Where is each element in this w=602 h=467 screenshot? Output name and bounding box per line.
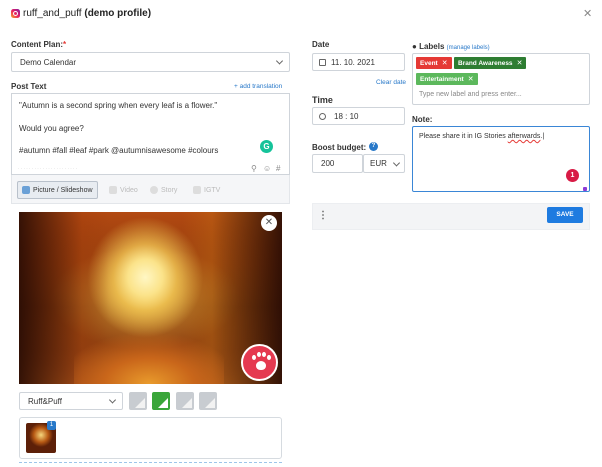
chevron-down-icon [108,396,117,404]
label-chip-brand-awareness[interactable]: Brand Awareness ✕ [454,57,527,69]
chevron-down-icon [275,57,284,65]
tab-label: Picture / Slideshow [33,186,93,194]
hashtag-icon[interactable]: # [276,164,280,173]
modal-header: ruff_and_puff (demo profile) ✕ [0,0,602,30]
post-text-line: #autumn #fall #leaf #park @autumnisaweso… [19,146,219,155]
currency-value: EUR [370,159,387,168]
close-icon[interactable]: ✕ [583,7,592,20]
link-icon[interactable]: ⚲ [251,164,257,173]
post-text-label: Post Text [11,82,47,91]
video-icon [109,186,117,194]
content-plan-select[interactable]: Demo Calendar [11,52,290,72]
resize-handle[interactable] [583,187,587,191]
add-translation-link[interactable]: + add translation [234,83,282,90]
grammarly-icon[interactable]: G [260,140,273,153]
upload-dropzone[interactable] [19,462,282,467]
content-plan-label: Content Plan:* [11,40,67,49]
frame-select[interactable]: Ruff&Puff [19,392,123,410]
note-textarea[interactable]: Please share it in IG Stories afterwards… [412,126,590,192]
labels-header: ● Labels (manage labels) [412,42,490,51]
content-plan-value: Demo Calendar [20,57,77,67]
paw-icon [256,361,266,370]
paw-toe [257,352,261,357]
new-label-input[interactable]: Type new label and press enter... [419,91,522,98]
tab-picture-slideshow[interactable]: Picture / Slideshow [17,181,98,199]
boost-budget-label: Boost budget: [312,143,367,152]
date-input[interactable]: 11. 10. 2021 [312,53,405,71]
help-icon[interactable]: ? [369,142,378,151]
paw-toe [262,352,266,357]
tab-story[interactable]: Story [146,181,181,199]
time-input[interactable]: 18 : 10 [312,107,405,125]
chip-label: Entertainment [420,75,464,83]
date-label: Date [312,40,330,49]
chip-label: Brand Awareness [458,59,513,67]
media-thumbnails: 1 [19,417,282,459]
post-text-line: Would you agree? [19,124,84,133]
remove-label-icon[interactable]: ✕ [442,59,448,67]
remove-image-icon[interactable]: ✕ [261,215,277,231]
manage-labels-link[interactable]: (manage labels) [447,45,490,51]
igtv-icon [193,186,201,194]
spellcheck-badge[interactable]: 1 [566,169,579,182]
boost-amount-input[interactable]: 200 [312,154,363,173]
save-button[interactable]: SAVE [547,207,583,223]
emoji-icon[interactable]: ☺ [263,164,271,173]
image-detail [74,332,224,384]
note-text: Please share it in IG Stories afterwards… [419,133,545,140]
instagram-icon [11,9,20,18]
currency-select[interactable]: EUR [363,154,405,173]
label-chip-entertainment[interactable]: Entertainment ✕ [416,73,478,85]
note-label: Note: [412,115,433,124]
picture-icon [22,186,30,194]
calendar-icon [319,58,326,66]
label-chip-event[interactable]: Event ✕ [416,57,452,69]
paw-toe [267,355,271,360]
more-options-icon[interactable]: ⋮ [318,210,328,221]
boost-amount-value: 200 [321,159,335,168]
date-value: 11. 10. 2021 [331,57,375,67]
tag-icon: ● [412,42,417,51]
modal-title: ruff_and_puff (demo profile) [23,8,152,19]
ratio-option-1[interactable] [129,392,147,410]
thumbnail-count-badge: 1 [47,421,56,430]
frame-select-value: Ruff&Puff [28,396,62,406]
brand-frame-logo [241,344,278,381]
post-text-input[interactable]: "Autumn is a second spring when every le… [11,93,290,175]
post-text-line: "Autumn is a second spring when every le… [19,101,218,110]
ratio-option-4[interactable] [199,392,217,410]
time-value: 18 : 10 [334,111,359,121]
ratio-option-2[interactable] [152,392,170,410]
labels-label: Labels [419,42,445,51]
media-type-tabs: Picture / Slideshow Video Story IGTV [11,175,290,204]
time-label: Time [312,95,333,105]
clock-icon [319,112,326,120]
story-icon [150,186,158,194]
chevron-down-icon [392,158,401,167]
tab-label: Story [161,186,178,194]
ratio-option-3[interactable] [176,392,194,410]
tab-igtv[interactable]: IGTV [189,181,224,199]
clear-date-link[interactable]: Clear date [376,79,406,86]
labels-input[interactable]: Event ✕ Brand Awareness ✕ Entertainment ✕ T… [412,53,590,105]
tab-label: IGTV [204,186,221,194]
remove-label-icon[interactable]: ✕ [517,59,523,67]
chip-label: Event [420,59,438,67]
tab-video[interactable]: Video [105,181,142,199]
tab-label: Video [120,186,138,194]
paw-toe [252,355,256,360]
post-text-meta: · · · · · · · · · · · · · · · · · · · · … [18,166,78,171]
remove-label-icon[interactable]: ✕ [468,75,474,83]
